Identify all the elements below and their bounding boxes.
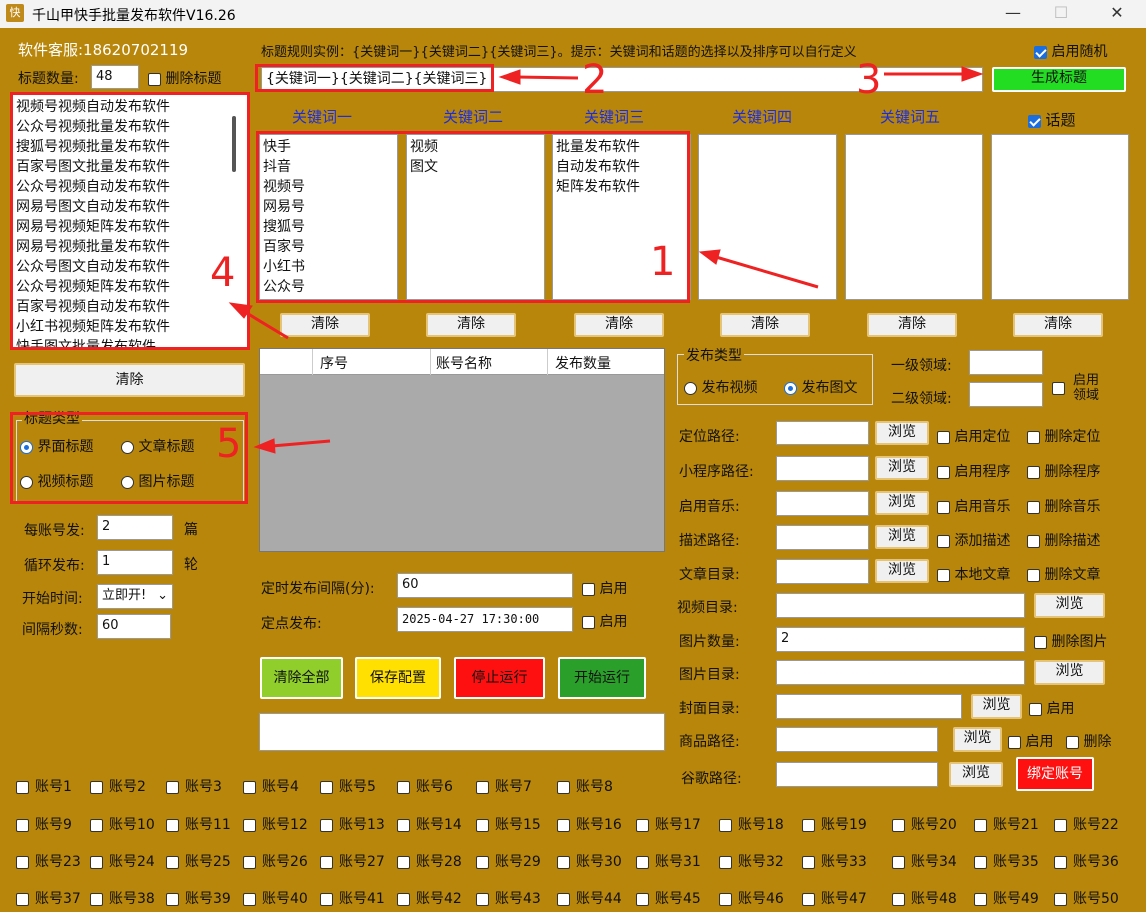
arrow-2-shaft xyxy=(515,75,579,80)
arrow-2-head xyxy=(498,69,521,85)
annotation-arrows xyxy=(228,66,984,454)
arrow-3-head xyxy=(961,66,984,82)
arrow-1-head xyxy=(698,249,721,265)
arrow-5-head xyxy=(253,438,276,454)
arrow-5-shaft xyxy=(271,439,331,448)
arrow-4-shaft xyxy=(244,310,289,340)
arrow-1-shaft xyxy=(715,255,819,289)
